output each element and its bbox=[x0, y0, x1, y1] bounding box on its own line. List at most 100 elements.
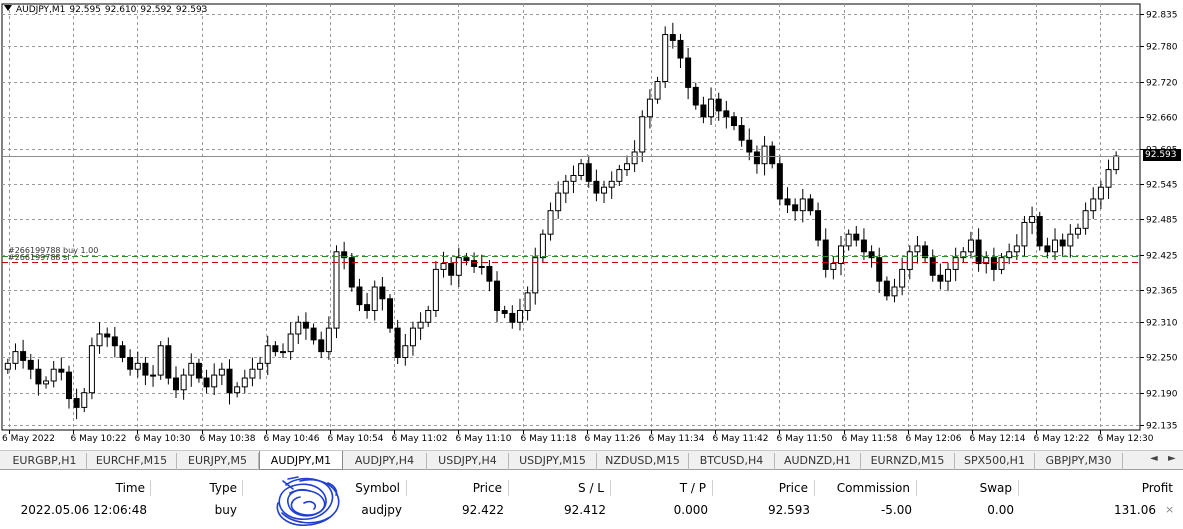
chart-header: AUDJPY,M1 92.595 92.610 92.592 92.593 bbox=[4, 5, 211, 15]
time-axis-label: 6 May 12:30 bbox=[1098, 434, 1154, 444]
trade-commission: -5.00 bbox=[880, 503, 912, 517]
tab-audjpy-m1[interactable]: AUDJPY,M1 bbox=[259, 451, 343, 470]
candle-body bbox=[165, 345, 172, 379]
candle-body bbox=[990, 257, 997, 270]
tab-gbpjpy-m30[interactable]: GBPJPY,M30 bbox=[1035, 453, 1123, 470]
candle-body bbox=[807, 198, 814, 212]
candle-body bbox=[234, 386, 241, 394]
tab-eurjpy-m5[interactable]: EURJPY,M5 bbox=[177, 453, 259, 470]
tab-spx500-h1[interactable]: SPX500,H1 bbox=[955, 453, 1035, 470]
trade-sl[interactable]: 92.412 bbox=[508, 499, 606, 521]
chart-canvas[interactable]: 92.83592.78092.72092.66092.60592.54592.4… bbox=[0, 0, 1183, 450]
candle-body bbox=[700, 104, 707, 118]
candle-body bbox=[302, 321, 309, 329]
price-axis-label: 92.135 bbox=[1146, 422, 1178, 432]
header-tp[interactable]: T / P bbox=[610, 477, 706, 499]
candle-body bbox=[425, 310, 432, 323]
time-axis-label: 6 May 12:14 bbox=[970, 434, 1026, 444]
candle-body bbox=[1036, 216, 1043, 247]
candle-body bbox=[119, 345, 126, 358]
candle-body bbox=[593, 180, 600, 194]
candle-body bbox=[409, 327, 416, 347]
price-axis-label: 92.365 bbox=[1146, 287, 1178, 297]
candle-body bbox=[601, 186, 608, 194]
candle-body bbox=[738, 125, 745, 141]
header-commission[interactable]: Commission bbox=[814, 477, 910, 499]
candle-body bbox=[876, 257, 883, 282]
candle-body bbox=[547, 210, 554, 235]
candle-body bbox=[967, 239, 974, 253]
candle-body bbox=[631, 151, 638, 165]
header-profit[interactable]: Profit bbox=[1018, 477, 1173, 499]
candle-body bbox=[203, 377, 210, 388]
candle-body bbox=[73, 398, 80, 408]
candle-body bbox=[761, 145, 768, 165]
price-axis-label: 92.425 bbox=[1146, 252, 1178, 262]
candle-body bbox=[715, 98, 722, 112]
candle-body bbox=[784, 198, 791, 206]
tab-audjpy-h4[interactable]: AUDJPY,H4 bbox=[343, 453, 427, 470]
candle-body bbox=[448, 263, 455, 276]
candle-body bbox=[654, 81, 661, 100]
candle-body bbox=[1021, 221, 1028, 247]
candle-body bbox=[157, 345, 164, 376]
candle-body bbox=[1082, 210, 1089, 229]
candle-body bbox=[65, 371, 72, 400]
header-time[interactable]: Time bbox=[0, 477, 145, 499]
candle-body bbox=[387, 298, 394, 329]
candle-body bbox=[356, 286, 363, 306]
tab-eurchf-m15[interactable]: EURCHF,M15 bbox=[87, 453, 177, 470]
tab-eurnzd-m15[interactable]: EURNZD,M15 bbox=[861, 453, 955, 470]
candle-body bbox=[723, 110, 730, 118]
close-position-icon[interactable]: × bbox=[1165, 499, 1174, 521]
price-axis-label: 92.485 bbox=[1146, 216, 1178, 226]
time-axis-label: 6 May 12:22 bbox=[1034, 434, 1090, 444]
time-axis-label: 6 May 10:38 bbox=[200, 434, 256, 444]
candle-body bbox=[394, 327, 401, 358]
candle-body bbox=[585, 163, 592, 182]
candle-body bbox=[111, 336, 118, 347]
position-sl-label[interactable]: #266199788 sl bbox=[8, 253, 69, 262]
header-separator bbox=[242, 480, 243, 496]
tab-nzdusd-m15[interactable]: NZDUSD,M15 bbox=[597, 453, 689, 470]
price-axis-label: 92.545 bbox=[1146, 181, 1178, 191]
candle-body bbox=[142, 362, 149, 376]
chart-tabs-bar: EURGBP,H1 EURCHF,M15 EURJPY,M5 AUDJPY,M1… bbox=[0, 450, 1183, 470]
candle-body bbox=[12, 351, 19, 364]
candle-body bbox=[88, 345, 95, 394]
header-price-current[interactable]: Price bbox=[712, 477, 808, 499]
candle-body bbox=[501, 310, 508, 314]
tab-usdjpy-h4[interactable]: USDJPY,H4 bbox=[427, 453, 509, 470]
header-type[interactable]: Type bbox=[150, 477, 237, 499]
candle-body bbox=[35, 368, 42, 385]
candle-body bbox=[96, 333, 103, 347]
redaction-scribble bbox=[276, 476, 340, 526]
candle-body bbox=[516, 310, 523, 323]
header-swap[interactable]: Swap bbox=[916, 477, 1012, 499]
current-price-tag: 92.593 bbox=[1143, 149, 1181, 161]
candle-body bbox=[1074, 227, 1081, 235]
candle-body bbox=[1105, 169, 1112, 188]
candle-body bbox=[264, 345, 271, 364]
trade-type: buy bbox=[214, 503, 237, 517]
trade-row[interactable]: 2022.05.06 12:06:48 buy audjpy 92.422 92… bbox=[0, 499, 1183, 521]
tab-btcusd-h4[interactable]: BTCUSD,H4 bbox=[689, 453, 775, 470]
candle-body bbox=[914, 245, 921, 253]
chart-low: 92.592 bbox=[140, 5, 172, 15]
candle-body bbox=[81, 392, 88, 408]
tab-usdjpy-m15[interactable]: USDJPY,M15 bbox=[509, 453, 597, 470]
header-sl[interactable]: S / L bbox=[508, 477, 604, 499]
candle-body bbox=[677, 39, 684, 59]
tabs-scroll-left-icon[interactable]: ◄ bbox=[1150, 453, 1158, 464]
trade-swap: 0.00 bbox=[987, 503, 1014, 517]
trade-tp[interactable]: 0.000 bbox=[610, 499, 708, 521]
price-chart[interactable]: 92.83592.78092.72092.66092.60592.54592.4… bbox=[0, 0, 1183, 450]
tabs-scroll-right-icon[interactable]: ► bbox=[1168, 453, 1176, 464]
candle-body bbox=[945, 268, 952, 282]
header-price-open[interactable]: Price bbox=[406, 477, 502, 499]
tab-eurgbp-h1[interactable]: EURGBP,H1 bbox=[3, 453, 87, 470]
candle-body bbox=[104, 333, 111, 338]
tab-audnzd-h1[interactable]: AUDNZD,H1 bbox=[775, 453, 861, 470]
chart-menu-triangle-icon[interactable] bbox=[4, 5, 12, 11]
candle-body bbox=[555, 192, 562, 212]
